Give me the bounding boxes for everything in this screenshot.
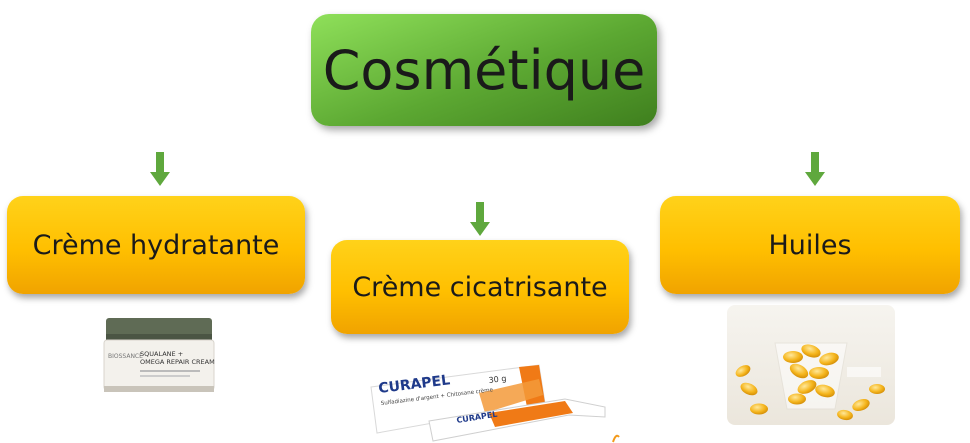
arrow-down-icon	[470, 202, 490, 236]
branch-label: Crème cicatrisante	[352, 271, 608, 303]
root-node: Cosmétique	[311, 14, 657, 126]
branch-healing-cream: Crème cicatrisante	[331, 240, 629, 334]
branch-label: Crème hydratante	[32, 229, 280, 261]
jar-brand: BIOSSANCE	[108, 353, 143, 360]
cream-jar-image: BIOSSANCE SQUALANE + OMEGA REPAIR CREAM	[100, 314, 220, 398]
branch-hydrating-cream: Crème hydratante	[7, 196, 305, 294]
curapel-tube-image: CURAPEL Sulfadiazine d'argent + Chitosan…	[370, 364, 606, 442]
jar-line1: SQUALANE +	[140, 350, 183, 358]
decorative-mark-icon	[612, 434, 620, 443]
root-label: Cosmétique	[322, 38, 646, 102]
arrow-down-icon	[805, 152, 825, 186]
branch-oils: Huiles	[660, 196, 960, 294]
branch-label: Huiles	[768, 229, 852, 261]
arrow-down-icon	[150, 152, 170, 186]
jar-line2: OMEGA REPAIR CREAM	[140, 358, 215, 366]
oil-capsules-image	[727, 305, 895, 425]
